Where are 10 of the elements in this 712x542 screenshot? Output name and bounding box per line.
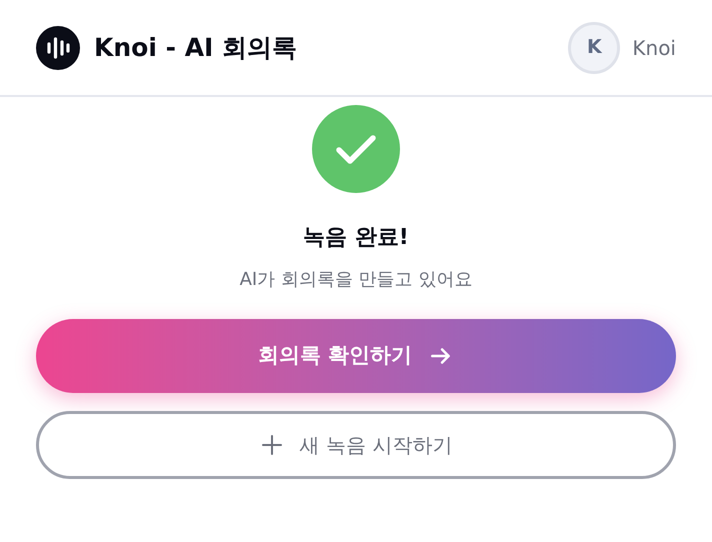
check-icon [312, 105, 400, 193]
user-avatar[interactable]: K [568, 22, 620, 74]
new-recording-button[interactable]: 새 녹음 시작하기 [36, 411, 676, 479]
user-name: Knoi [632, 34, 676, 62]
status-title: 녹음 완료! [303, 224, 409, 252]
plus-icon [260, 433, 284, 457]
view-minutes-button[interactable]: 회의록 확인하기 [36, 319, 676, 393]
logo-icon [36, 26, 80, 70]
app-title: Knoi - AI 회의록 [94, 32, 298, 64]
status-subtitle: AI가 회의록을 만들고 있어요 [240, 268, 472, 292]
